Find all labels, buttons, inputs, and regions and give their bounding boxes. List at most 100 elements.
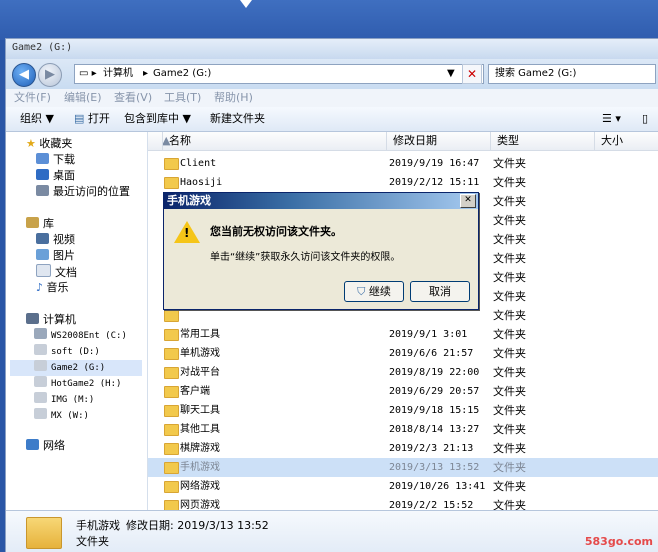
sidebar-item-label: 下载: [53, 153, 75, 166]
access-denied-dialog: 手机游戏 ✕ ! 您当前无权访问该文件夹。 单击“继续”获取永久访问该文件夹的权…: [163, 192, 479, 310]
list-item[interactable]: 常用工具 2019/9/1 3:01 文件夹: [148, 325, 658, 344]
address-segment-computer[interactable]: 计算机: [103, 65, 133, 83]
sidebar-item-music[interactable]: ♪ 音乐: [36, 280, 69, 296]
column-size[interactable]: 大小: [594, 132, 658, 150]
new-folder-button[interactable]: 新建文件夹: [210, 107, 265, 131]
file-type: 文件夹: [493, 499, 526, 510]
file-type: 文件夹: [493, 328, 526, 341]
drive-icon: [34, 392, 47, 403]
music-icon: ♪: [36, 281, 47, 294]
document-icon: [36, 264, 51, 277]
sidebar-item-label: WS2008Ent (C:): [51, 331, 127, 341]
list-item[interactable]: Client 2019/9/19 16:47 文件夹: [148, 154, 658, 173]
file-type: 文件夹: [493, 347, 526, 360]
address-segment-drive[interactable]: Game2 (G:): [153, 65, 211, 83]
dialog-body: 单击“继续”获取永久访问该文件夹的权限。: [210, 252, 401, 263]
search-input[interactable]: 搜索 Game2 (G:): [488, 64, 656, 84]
file-type: 文件夹: [493, 157, 526, 170]
include-library-button[interactable]: 包含到库中 ▼: [124, 107, 191, 131]
sidebar-item-label: 图片: [53, 249, 75, 262]
folder-icon: [164, 158, 179, 170]
menu-help[interactable]: 帮助(H): [214, 89, 253, 107]
list-item[interactable]: 其他工具 2018/8/14 13:27 文件夹: [148, 420, 658, 439]
menu-file[interactable]: 文件(F): [14, 89, 51, 107]
file-name: 对战平台: [180, 367, 220, 378]
continue-button[interactable]: ⛉ 继续: [344, 281, 404, 302]
menu-view[interactable]: 查看(V): [114, 89, 152, 107]
sidebar-libraries[interactable]: 库: [26, 216, 54, 232]
list-item[interactable]: 单机游戏 2019/6/6 21:57 文件夹: [148, 344, 658, 363]
sidebar-drive-m[interactable]: IMG (M:): [34, 392, 94, 408]
sidebar-network[interactable]: 网络: [26, 438, 65, 454]
folder-icon: [164, 367, 179, 379]
list-item[interactable]: Haosiji 2019/2/12 15:11 文件夹: [148, 173, 658, 192]
drive-icon: [34, 344, 47, 355]
preview-pane-icon[interactable]: ▯: [642, 107, 648, 131]
column-name[interactable]: 名称 ▲: [156, 132, 388, 150]
column-date[interactable]: 修改日期: [386, 132, 491, 150]
sidebar-favorites-label: 收藏夹: [39, 137, 73, 150]
address-input[interactable]: ▭ ▸ 计算机 ▸ Game2 (G:) ▼: [74, 64, 484, 84]
sidebar-item-documents[interactable]: 文档: [36, 264, 77, 280]
address-dropdown-icon[interactable]: ▼: [447, 65, 455, 83]
organize-button[interactable]: 组织 ▼: [20, 107, 54, 131]
list-item[interactable]: 对战平台 2019/8/19 22:00 文件夹: [148, 363, 658, 382]
dialog-title: 手机游戏: [167, 194, 211, 207]
sidebar-drive-d[interactable]: soft (D:): [34, 344, 100, 360]
view-options-icon[interactable]: ☰ ▾: [602, 107, 621, 131]
list-item[interactable]: 客户端 2019/6/29 20:57 文件夹: [148, 382, 658, 401]
sidebar-item-videos[interactable]: 视频: [36, 232, 75, 248]
sidebar-item-pictures[interactable]: 图片: [36, 248, 75, 264]
file-name: 棋牌游戏: [180, 443, 220, 454]
sidebar-drive-c[interactable]: WS2008Ent (C:): [34, 328, 127, 344]
forward-button[interactable]: ▶: [38, 63, 62, 87]
details-pane: 手机游戏 修改日期: 2019/3/13 13:52 文件夹 583go.com: [6, 510, 658, 552]
sidebar-item-recent[interactable]: 最近访问的位置: [36, 184, 130, 200]
file-date: 2019/9/18 15:15: [389, 405, 480, 416]
cancel-button[interactable]: 取消: [410, 281, 470, 302]
column-type[interactable]: 类型: [490, 132, 595, 150]
sidebar-drive-h[interactable]: HotGame2 (H:): [34, 376, 121, 392]
details-kind: 文件夹: [76, 535, 109, 548]
file-date: 2018/8/14 13:27: [389, 424, 480, 435]
list-item[interactable]: 网页游戏 2019/2/2 15:52 文件夹: [148, 496, 658, 510]
file-date: 2019/9/19 16:47: [389, 158, 480, 169]
drive-icon: [34, 408, 47, 419]
warning-mark: !: [184, 226, 190, 240]
title-bar[interactable]: Game2 (G:): [6, 39, 658, 59]
sidebar-libraries-label: 库: [43, 217, 54, 230]
picture-icon: [36, 249, 49, 260]
sidebar-favorites[interactable]: ★ 收藏夹: [26, 136, 72, 152]
computer-icon: [26, 313, 39, 324]
file-type: 文件夹: [493, 404, 526, 417]
sidebar-computer[interactable]: 计算机: [26, 312, 76, 328]
sidebar-drive-w[interactable]: MX (W:): [34, 408, 89, 424]
file-type: 文件夹: [493, 290, 526, 303]
list-item-selected[interactable]: 手机游戏 2019/3/13 13:52 文件夹: [148, 458, 658, 477]
menu-edit[interactable]: 编辑(E): [64, 89, 102, 107]
sidebar-item-label: 最近访问的位置: [53, 185, 130, 198]
list-item[interactable]: 棋牌游戏 2019/2/3 21:13 文件夹: [148, 439, 658, 458]
column-header: 名称 ▲ 修改日期 类型 大小: [148, 132, 658, 151]
refresh-stop-button[interactable]: ✕: [462, 64, 482, 84]
list-item[interactable]: 网络游戏 2019/10/26 13:41 文件夹: [148, 477, 658, 496]
sidebar-item-label: 文档: [55, 266, 77, 279]
sidebar-item-label: soft (D:): [51, 347, 100, 357]
list-item[interactable]: 聊天工具 2019/9/18 15:15 文件夹: [148, 401, 658, 420]
sidebar-drive-g[interactable]: Game2 (G:): [10, 360, 142, 376]
file-name: 聊天工具: [180, 405, 220, 416]
file-name: 常用工具: [180, 329, 220, 340]
open-label: 打开: [87, 112, 110, 125]
sidebar-item-downloads[interactable]: 下载: [36, 152, 75, 168]
menu-tools[interactable]: 工具(T): [164, 89, 201, 107]
file-type: 文件夹: [493, 271, 526, 284]
sidebar-item-label: HotGame2 (H:): [51, 379, 122, 389]
dialog-close-button[interactable]: ✕: [460, 194, 476, 208]
folder-icon: [164, 500, 179, 510]
mouse-cursor-icon: [240, 0, 252, 8]
open-button[interactable]: ▤ 打开: [74, 107, 110, 131]
folder-icon: [164, 424, 179, 436]
sidebar-item-desktop[interactable]: 桌面: [36, 168, 75, 184]
dialog-title-bar[interactable]: 手机游戏 ✕: [164, 193, 478, 209]
back-button[interactable]: ◀: [12, 63, 36, 87]
